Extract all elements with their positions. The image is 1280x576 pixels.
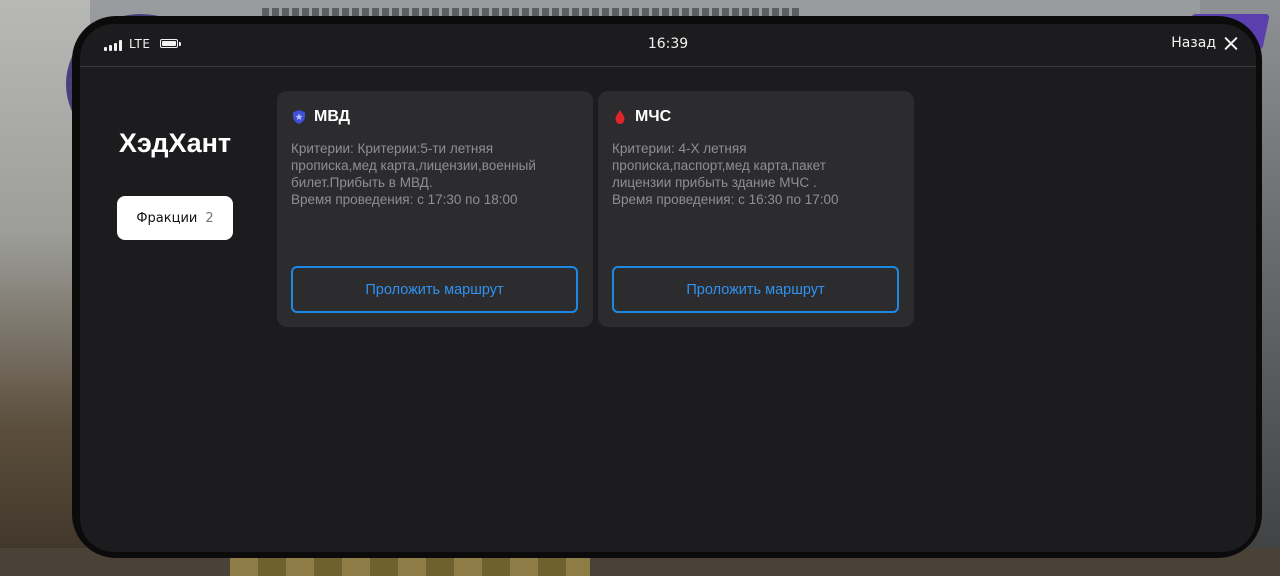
build-route-button[interactable]: Проложить маршрут: [291, 266, 578, 313]
status-bar: LTE 16:39 Назад: [80, 24, 1256, 67]
phone-screen: LTE 16:39 Назад ХэдХант Фракции 2 МВД Кр…: [80, 24, 1256, 552]
close-icon[interactable]: [1224, 36, 1238, 50]
faction-description: Критерии: Критерии:5-ти летняя прописка,…: [291, 141, 536, 207]
back-label: Назад: [1171, 35, 1216, 51]
fire-drop-icon: [612, 109, 628, 125]
faction-name: МВД: [314, 108, 351, 125]
build-route-button[interactable]: Проложить маршрут: [612, 266, 899, 313]
tab-factions-count: 2: [205, 210, 214, 226]
police-shield-icon: [291, 109, 307, 125]
faction-card-header: МВД: [291, 108, 350, 126]
back-button[interactable]: Назад: [1171, 35, 1238, 51]
faction-card-header: МЧС: [612, 108, 671, 126]
app-title: ХэдХант: [118, 128, 232, 158]
tab-factions-label: Фракции: [136, 210, 198, 226]
faction-description: Критерии: 4-Х летняя прописка,паспорт,ме…: [612, 141, 839, 207]
faction-card-mchs: МЧС Критерии: 4-Х летняя прописка,паспор…: [598, 91, 914, 327]
faction-name: МЧС: [635, 108, 672, 125]
background-floor-strip: [230, 556, 590, 576]
status-time: 16:39: [647, 36, 689, 52]
faction-card-mvd: МВД Критерии: Критерии:5-ти летняя пропи…: [277, 91, 593, 327]
tab-factions[interactable]: Фракции 2: [117, 196, 233, 240]
